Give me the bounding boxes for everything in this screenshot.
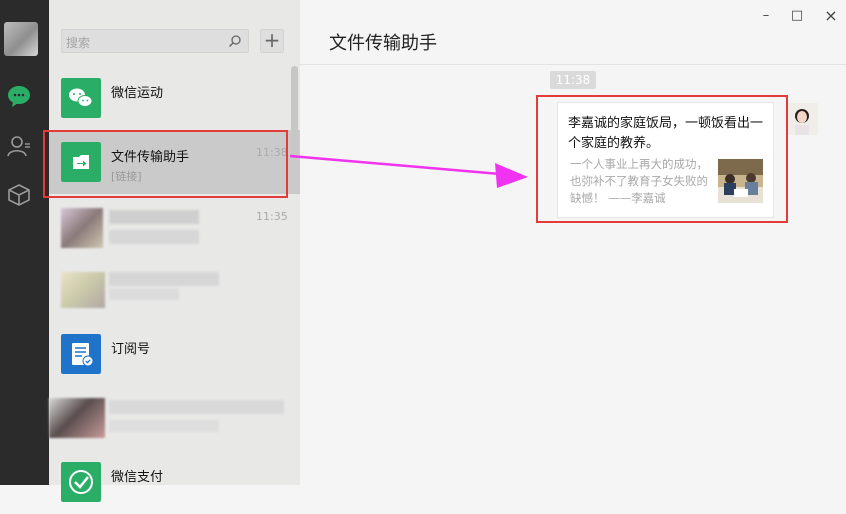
collection-icon[interactable] <box>7 183 31 207</box>
annotation-box-message <box>536 95 788 223</box>
chat-name: 微信运动 <box>111 86 164 101</box>
chat-item-blurred[interactable]: 11:35 <box>49 194 300 258</box>
chat-list-panel: 搜索 + 微信运动 文件传输助手 [链接] 11:38 11:35 订阅号 微信… <box>49 0 301 502</box>
blurred-avatar <box>61 208 103 248</box>
contacts-icon[interactable] <box>7 134 31 158</box>
blurred-preview <box>109 230 199 244</box>
blurred-name <box>109 272 219 286</box>
wechat-sport-icon <box>61 78 101 118</box>
chat-item-subscriptions[interactable]: 订阅号 <box>49 322 300 386</box>
conversation-panel: 文件传输助手 – □ × 11:38 李嘉诚的家庭饭局，一顿饭看出一个家庭的教养… <box>300 0 846 485</box>
message-time-tag: 11:38 <box>550 71 596 89</box>
chat-time: 11:35 <box>256 210 288 223</box>
search-input[interactable]: 搜索 <box>61 29 249 53</box>
search-icon[interactable] <box>228 34 242 48</box>
minimize-button[interactable]: – <box>758 8 774 24</box>
annotation-box-chat <box>43 130 288 198</box>
chat-item-wechat-pay[interactable]: 微信支付 <box>49 450 300 514</box>
blurred-name <box>109 400 284 414</box>
blurred-avatar <box>61 272 105 308</box>
maximize-button[interactable]: □ <box>789 8 805 24</box>
chat-name: 微信支付 <box>111 470 164 485</box>
search-placeholder: 搜索 <box>66 36 91 50</box>
add-button[interactable]: + <box>260 29 284 53</box>
close-button[interactable]: × <box>823 8 839 24</box>
blurred-preview <box>109 420 219 432</box>
chat-name: 订阅号 <box>111 342 151 357</box>
blurred-avatar <box>49 398 105 438</box>
chat-item-blurred[interactable] <box>49 258 300 322</box>
scrollbar[interactable] <box>291 66 298 158</box>
chat-item-wechat-sport[interactable]: 微信运动 <box>49 66 300 130</box>
wechat-pay-icon <box>61 462 101 502</box>
blurred-preview <box>109 288 179 300</box>
blurred-name <box>109 210 199 224</box>
conversation-title: 文件传输助手 <box>329 33 437 54</box>
chat-item-blurred[interactable] <box>49 386 300 450</box>
left-nav-bar <box>0 0 49 485</box>
chat-icon[interactable] <box>7 84 31 108</box>
subscription-icon <box>61 334 101 374</box>
my-avatar[interactable] <box>786 103 818 135</box>
avatar[interactable] <box>4 22 38 56</box>
annotation-arrow <box>290 154 528 188</box>
